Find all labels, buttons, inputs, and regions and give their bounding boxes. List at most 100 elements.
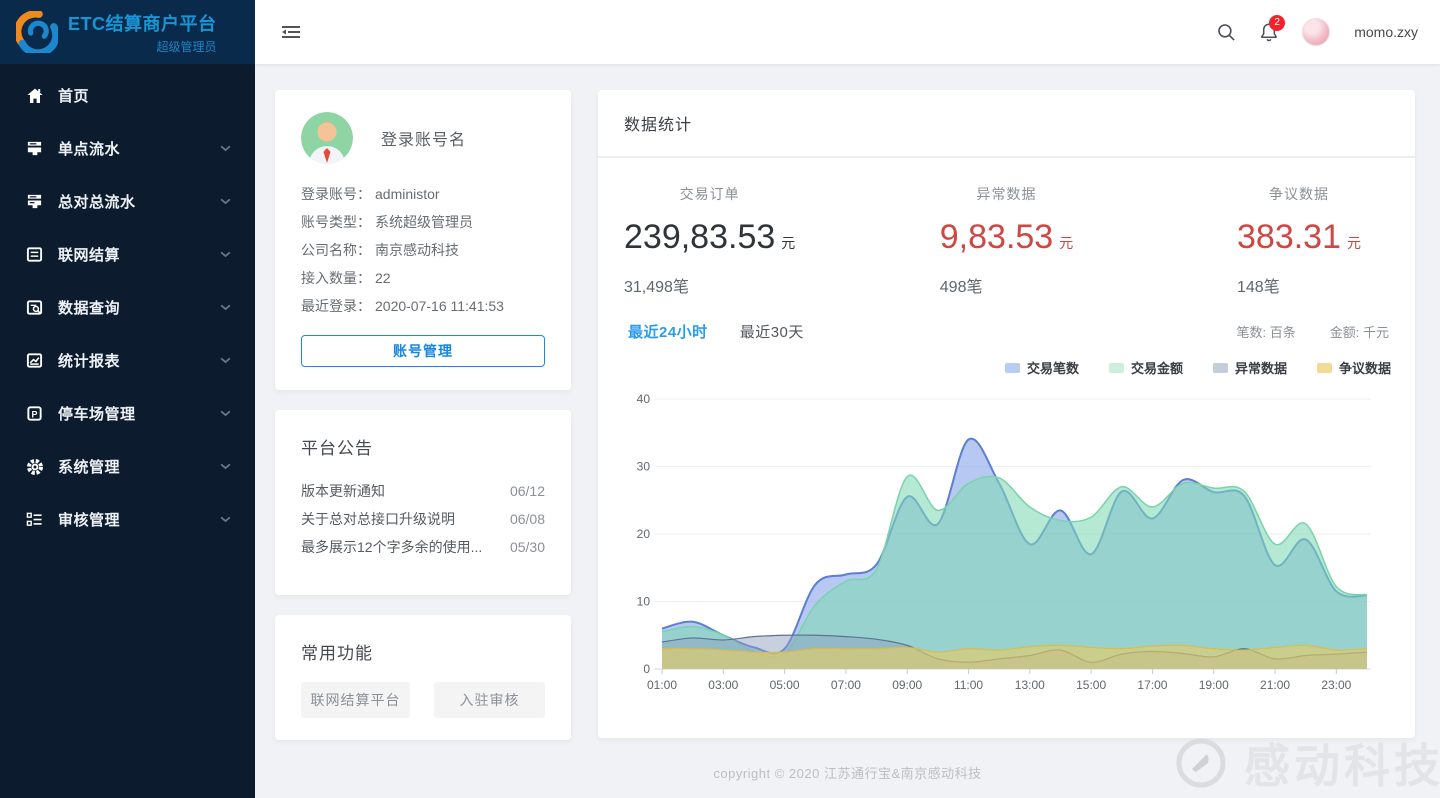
collapse-menu-icon[interactable]	[281, 24, 301, 40]
chevron-down-icon	[220, 304, 231, 311]
amount-unit-note: 金额: 千元	[1330, 322, 1389, 341]
topbar: 2 momo.zxy	[255, 0, 1440, 64]
data-query-icon	[25, 298, 44, 317]
app-role-subtitle: 超级管理员	[156, 38, 216, 55]
avatar[interactable]	[1302, 18, 1330, 46]
stats-header: 数据统计	[598, 90, 1415, 158]
bell-icon[interactable]: 2	[1260, 22, 1278, 42]
svg-text:0: 0	[643, 662, 650, 676]
audit-icon	[25, 510, 44, 529]
legend-swatch	[1109, 363, 1124, 373]
notification-badge: 2	[1269, 15, 1285, 31]
sidebar-item-system[interactable]: 系统管理	[0, 440, 255, 493]
sidebar-item-settlement[interactable]: 联网结算	[0, 228, 255, 281]
home-icon	[25, 86, 44, 105]
svg-text:11:00: 11:00	[954, 678, 983, 692]
entry-audit-button[interactable]: 入驻审核	[434, 682, 545, 718]
notice-item[interactable]: 版本更新通知06/12	[301, 477, 545, 505]
left-column: 登录账号名 登录账号：administor 账号类型：系统超级管理员 公司名称：…	[275, 90, 571, 740]
parking-icon: P	[25, 404, 44, 423]
svg-text:19:00: 19:00	[1199, 678, 1229, 692]
svg-text:03:00: 03:00	[708, 678, 738, 692]
sidebar-item-home[interactable]: 首页	[0, 69, 255, 122]
profile-row: 接入数量：22	[301, 264, 545, 292]
notice-item[interactable]: 关于总对总接口升级说明06/08	[301, 505, 545, 533]
sidebar-menu: 首页 单点流水 总对总流水 联网结算 数据查询 统计报表 P	[0, 64, 255, 546]
sidebar-item-total-flow[interactable]: 总对总流水	[0, 175, 255, 228]
stats-card: 数据统计 交易订单 239,83.53元 31,498笔 异常数据 9,83.5…	[598, 90, 1415, 738]
svg-text:23:00: 23:00	[1321, 678, 1351, 692]
search-icon[interactable]	[1217, 23, 1236, 42]
report-icon	[25, 351, 44, 370]
legend-swatch	[1317, 363, 1332, 373]
svg-text:21:00: 21:00	[1260, 678, 1290, 692]
svg-text:07:00: 07:00	[831, 678, 861, 692]
single-flow-icon	[25, 139, 44, 158]
svg-text:09:00: 09:00	[892, 678, 922, 692]
settlement-platform-button[interactable]: 联网结算平台	[301, 682, 410, 718]
stat-count: 148笔	[1237, 273, 1361, 297]
quick-functions-card: 常用功能 联网结算平台 入驻审核	[275, 615, 571, 740]
sidebar-item-report[interactable]: 统计报表	[0, 334, 255, 387]
chevron-down-icon	[220, 410, 231, 417]
svg-text:P: P	[32, 409, 38, 419]
tab-last-30d[interactable]: 最近30天	[740, 321, 804, 342]
svg-text:20: 20	[637, 527, 651, 541]
notice-card: 平台公告 版本更新通知06/12 关于总对总接口升级说明06/08 最多展示12…	[275, 410, 571, 595]
sidebar-logo: ETC结算商户平台 超级管理员	[0, 0, 255, 64]
svg-text:01:00: 01:00	[647, 678, 677, 692]
svg-text:40: 40	[637, 392, 651, 406]
footer-copyright: copyright © 2020 江苏通行宝&南京感动科技	[255, 763, 1440, 782]
chevron-down-icon	[220, 198, 231, 205]
profile-row: 最近登录：2020-07-16 11:41:53	[301, 292, 545, 320]
stat-dispute-data: 争议数据 383.31元 148笔	[1134, 184, 1389, 297]
username[interactable]: momo.zxy	[1354, 24, 1418, 40]
quick-card-title: 常用功能	[301, 639, 545, 664]
sidebar-item-parking[interactable]: P 停车场管理	[0, 387, 255, 440]
chevron-down-icon	[220, 463, 231, 470]
stats-row: 交易订单 239,83.53元 31,498笔 异常数据 9,83.53元 49…	[598, 158, 1415, 307]
svg-text:10: 10	[637, 595, 651, 609]
stat-amount: 239,83.53元	[624, 218, 795, 257]
stat-count: 498笔	[940, 273, 1073, 297]
settlement-icon	[25, 245, 44, 264]
profile-title: 登录账号名	[381, 126, 466, 150]
total-flow-icon	[25, 192, 44, 211]
chart-area: 0 10 20 30 40 01:00 03:00 05:00 07:00 09:00 11:00 1…	[598, 377, 1415, 693]
legend-item[interactable]: 异常数据	[1213, 358, 1287, 377]
sidebar-item-data-query[interactable]: 数据查询	[0, 281, 255, 334]
chevron-down-icon	[220, 145, 231, 152]
chevron-down-icon	[220, 516, 231, 523]
tab-last-24h[interactable]: 最近24小时	[628, 321, 708, 342]
svg-text:30: 30	[637, 460, 651, 474]
stat-amount: 383.31元	[1237, 218, 1361, 257]
chevron-down-icon	[220, 251, 231, 258]
sidebar-item-audit[interactable]: 审核管理	[0, 493, 255, 546]
legend-swatch	[1213, 363, 1228, 373]
stat-amount: 9,83.53元	[940, 218, 1073, 257]
sidebar: ETC结算商户平台 超级管理员 首页 单点流水 总对总流水 联网结算 数据查询	[0, 0, 255, 798]
profile-card: 登录账号名 登录账号：administor 账号类型：系统超级管理员 公司名称：…	[275, 90, 571, 390]
profile-row: 登录账号：administor	[301, 180, 545, 208]
main-content: 登录账号名 登录账号：administor 账号类型：系统超级管理员 公司名称：…	[255, 64, 1440, 798]
svg-text:13:00: 13:00	[1015, 678, 1045, 692]
stat-count: 31,498笔	[624, 273, 795, 297]
traffic-area-chart: 0 10 20 30 40 01:00 03:00 05:00 07:00 09:00 11:00 1…	[610, 381, 1401, 693]
logo-swirl-icon	[16, 11, 58, 53]
stats-title: 数据统计	[624, 111, 692, 135]
sidebar-item-single-flow[interactable]: 单点流水	[0, 122, 255, 175]
app-title: ETC结算商户平台	[68, 10, 217, 36]
chevron-down-icon	[220, 357, 231, 364]
legend-item[interactable]: 交易笔数	[1005, 358, 1079, 377]
svg-text:05:00: 05:00	[770, 678, 800, 692]
legend-swatch	[1005, 363, 1020, 373]
profile-row: 账号类型：系统超级管理员	[301, 208, 545, 236]
legend-item[interactable]: 交易金额	[1109, 358, 1183, 377]
gear-icon	[25, 457, 44, 476]
notice-item[interactable]: 最多展示12个字多余的使用...05/30	[301, 533, 545, 561]
profile-row: 公司名称：南京感动科技	[301, 236, 545, 264]
notice-card-title: 平台公告	[301, 434, 545, 459]
legend-item[interactable]: 争议数据	[1317, 358, 1391, 377]
svg-text:17:00: 17:00	[1137, 678, 1167, 692]
account-manage-button[interactable]: 账号管理	[301, 335, 545, 367]
